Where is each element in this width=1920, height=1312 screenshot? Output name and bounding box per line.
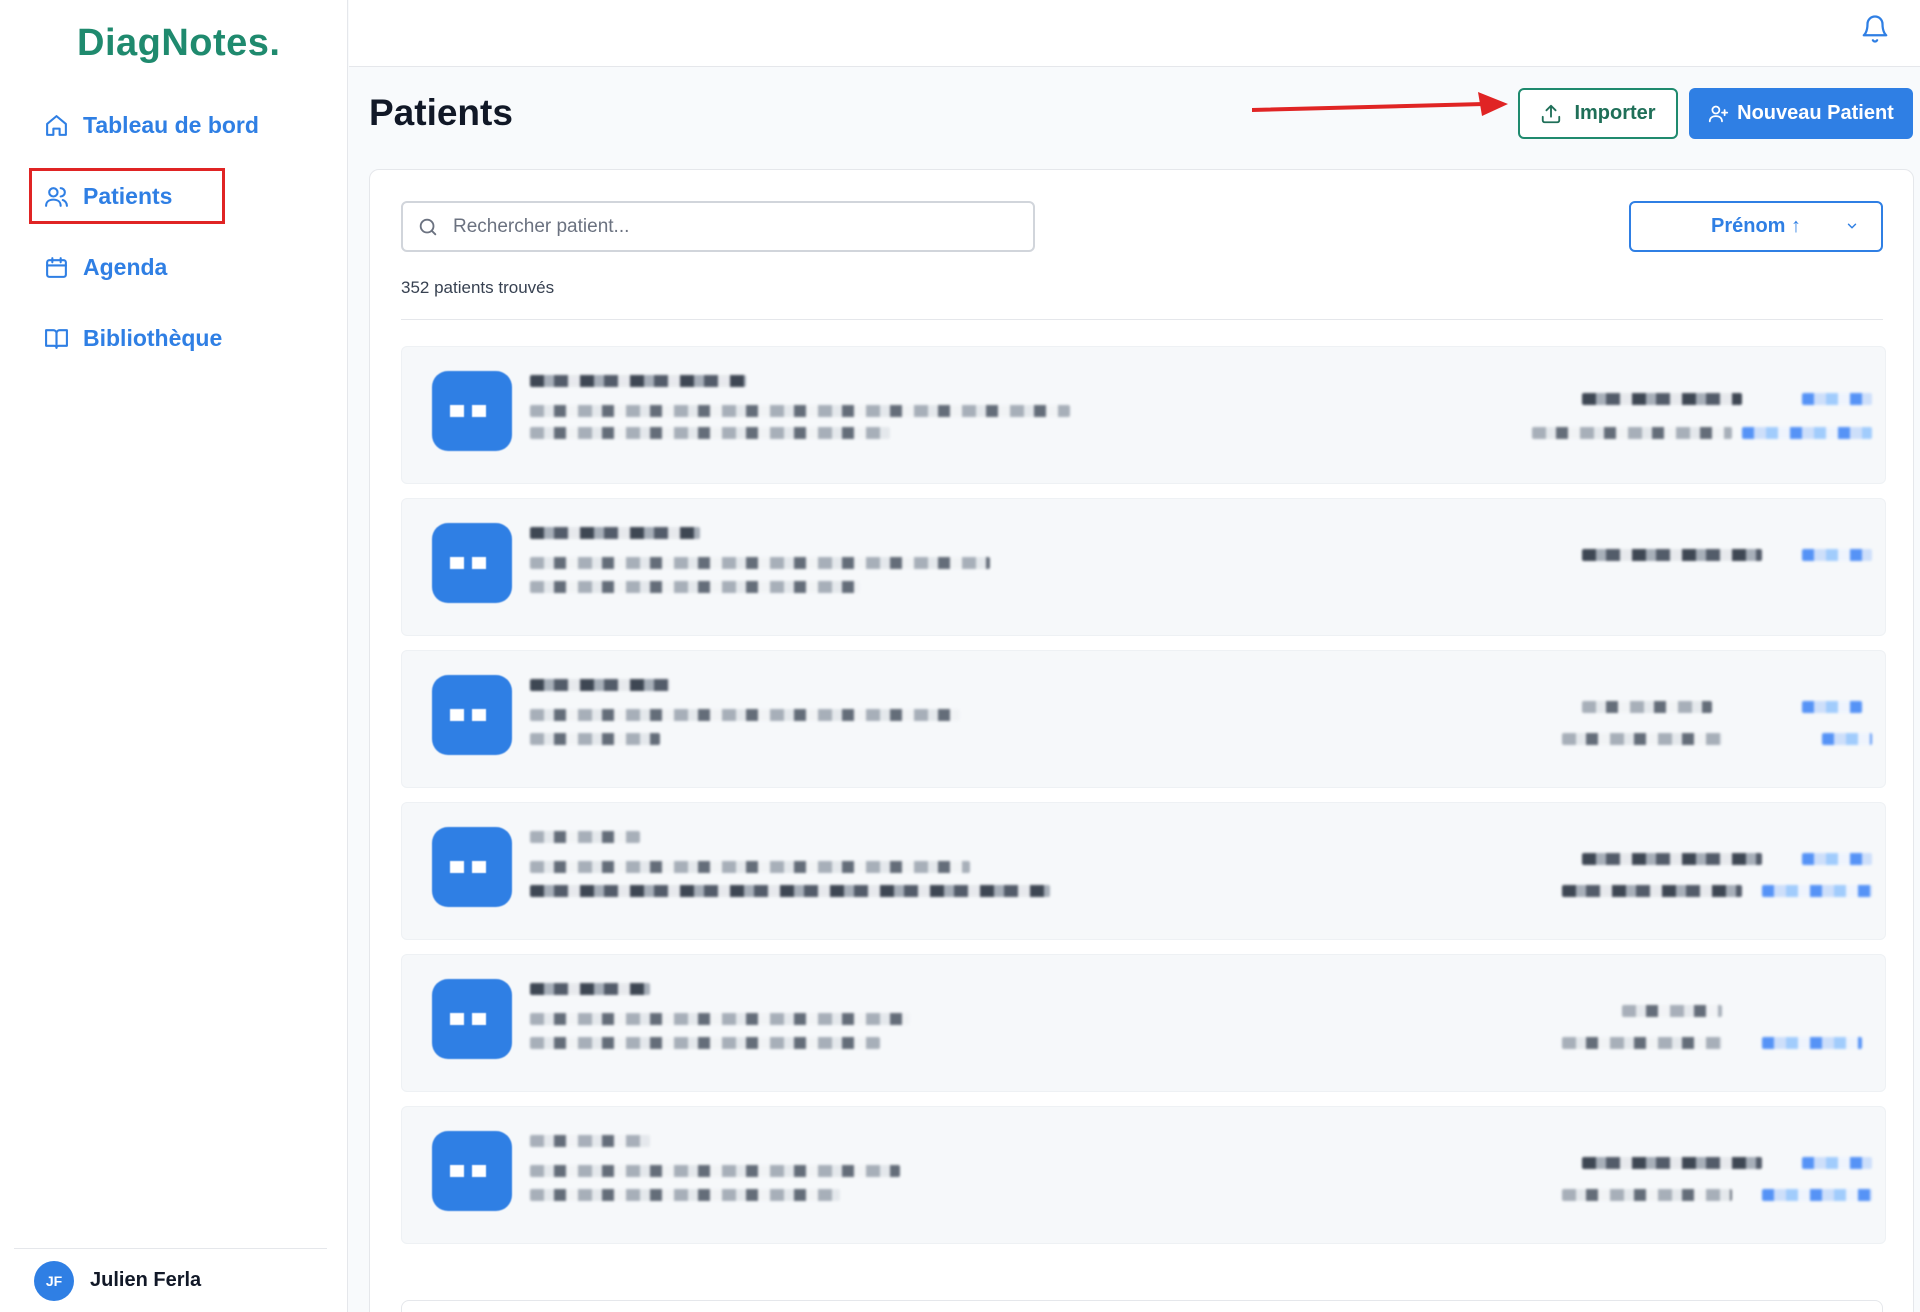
sidebar-item-dashboard[interactable]: Tableau de bord: [32, 100, 322, 150]
avatar: JF: [34, 1260, 74, 1301]
page-title: Patients: [369, 92, 513, 133]
redacted-meta: [1762, 885, 1872, 897]
redacted-details: [530, 709, 960, 721]
upload-icon: [1542, 104, 1561, 123]
list-item[interactable]: [401, 346, 1886, 484]
app-logo[interactable]: DiagNotes.: [77, 22, 280, 65]
redacted-meta: [1622, 1005, 1722, 1017]
list-item[interactable]: [401, 650, 1886, 788]
patient-avatar: [432, 1131, 512, 1211]
sidebar-item-label: Bibliothèque: [83, 324, 223, 351]
patient-avatar: [432, 827, 512, 907]
import-button[interactable]: Importer: [1518, 88, 1678, 139]
redacted-meta: [1562, 1189, 1732, 1201]
list-item[interactable]: [401, 498, 1886, 636]
search-icon: [419, 218, 437, 235]
book-icon: [45, 328, 68, 349]
new-patient-button[interactable]: Nouveau Patient: [1689, 88, 1913, 139]
user-profile[interactable]: JF Julien Ferla: [14, 1248, 327, 1312]
redacted-meta: [1802, 549, 1872, 561]
list-item[interactable]: [401, 1106, 1886, 1244]
redacted-details: [530, 1189, 840, 1201]
redacted-meta: [1532, 427, 1732, 439]
redacted-details: [530, 1165, 900, 1177]
patient-list: [401, 346, 1886, 1258]
redacted-details: [530, 427, 890, 439]
user-name: Julien Ferla: [90, 1269, 202, 1291]
redacted-details: [530, 1013, 910, 1025]
redacted-name: [530, 983, 650, 995]
redacted-meta: [1762, 1189, 1872, 1201]
sidebar-item-label: Patients: [83, 182, 173, 209]
bell-icon[interactable]: [1860, 14, 1890, 44]
redacted-meta: [1742, 427, 1872, 439]
redacted-details: [530, 1037, 880, 1049]
redacted-meta: [1802, 701, 1862, 713]
redacted-meta: [1582, 701, 1712, 713]
app-root: DiagNotes. Tableau de bord Patients Agen…: [0, 0, 1920, 1312]
top-bar: [349, 0, 1920, 67]
sidebar: DiagNotes. Tableau de bord Patients Agen…: [0, 0, 348, 1312]
patient-avatar: [432, 523, 512, 603]
redacted-name: [530, 375, 746, 387]
search-input[interactable]: [453, 215, 993, 238]
redacted-name: [530, 1135, 650, 1147]
sidebar-item-patients[interactable]: Patients: [29, 168, 225, 224]
redacted-details: [530, 581, 860, 593]
redacted-meta: [1562, 733, 1722, 745]
sidebar-item-label: Agenda: [83, 253, 168, 280]
users-icon: [45, 186, 68, 207]
list-item-partial: [401, 1300, 1883, 1312]
user-plus-icon: [1709, 105, 1729, 123]
home-icon: [46, 114, 67, 136]
redacted-details: [530, 557, 990, 569]
patient-avatar: [432, 675, 512, 755]
sort-label: Prénom ↑: [1710, 215, 1802, 237]
redacted-details: [530, 885, 1050, 897]
sidebar-item-library[interactable]: Bibliothèque: [32, 313, 322, 363]
redacted-name: [530, 831, 640, 843]
sort-dropdown[interactable]: Prénom ↑: [1629, 201, 1883, 252]
redacted-details: [530, 861, 970, 873]
redacted-details: [530, 733, 660, 745]
patient-avatar: [432, 371, 512, 451]
redacted-name: [530, 679, 670, 691]
redacted-meta: [1582, 549, 1762, 561]
patients-card: Prénom ↑ 352 patients trouvés: [369, 169, 1914, 1312]
redacted-meta: [1582, 853, 1762, 865]
list-item[interactable]: [401, 954, 1886, 1092]
redacted-details: [530, 405, 1070, 417]
divider: [401, 319, 1883, 320]
redacted-meta: [1582, 1157, 1762, 1169]
redacted-meta: [1822, 733, 1872, 745]
sidebar-item-label: Tableau de bord: [83, 111, 259, 138]
chevron-down-icon: [1847, 223, 1857, 229]
search-box[interactable]: [401, 201, 1035, 252]
redacted-meta: [1562, 1037, 1722, 1049]
calendar-icon: [46, 256, 67, 278]
sidebar-item-agenda[interactable]: Agenda: [32, 242, 322, 292]
redacted-meta: [1562, 885, 1742, 897]
redacted-meta: [1802, 853, 1872, 865]
redacted-meta: [1582, 393, 1742, 405]
annotation-arrow-icon: [1252, 92, 1508, 116]
new-patient-button-label: Nouveau Patient: [1737, 102, 1894, 124]
patient-avatar: [432, 979, 512, 1059]
list-item[interactable]: [401, 802, 1886, 940]
redacted-meta: [1762, 1037, 1862, 1049]
results-count: 352 patients trouvés: [401, 278, 555, 297]
sidebar-nav: Tableau de bord Patients Agenda Biblioth…: [29, 100, 322, 384]
import-button-label: Importer: [1574, 102, 1656, 124]
redacted-meta: [1802, 393, 1872, 405]
redacted-name: [530, 527, 700, 539]
redacted-meta: [1802, 1157, 1872, 1169]
